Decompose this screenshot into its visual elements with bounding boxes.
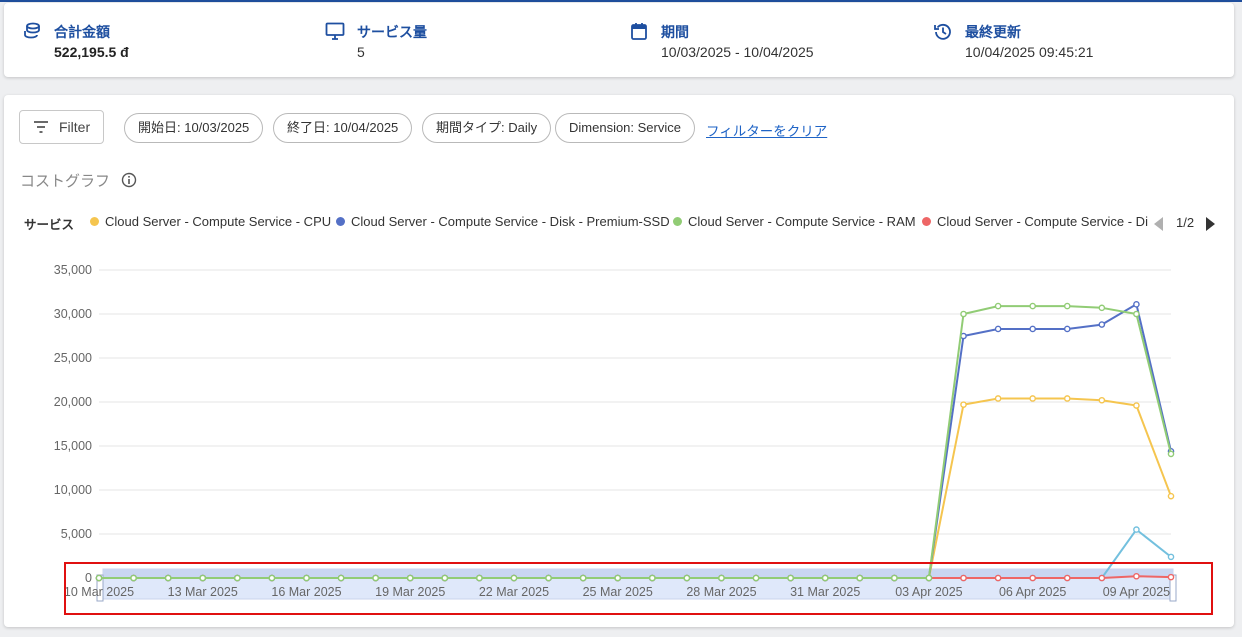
data-point	[268, 574, 276, 582]
y-tick-label: 15,000	[54, 439, 92, 453]
data-point	[1029, 574, 1036, 582]
data-point	[960, 310, 967, 318]
data-point	[752, 574, 760, 582]
data-point	[1167, 492, 1175, 500]
data-point	[1098, 396, 1106, 404]
data-point	[994, 574, 1002, 582]
data-point	[648, 574, 656, 582]
data-point	[960, 574, 967, 582]
y-tick-label: 30,000	[54, 307, 92, 321]
data-zoom-handle-bar	[103, 569, 1173, 577]
data-point	[1133, 310, 1140, 318]
data-point	[199, 574, 207, 582]
series-line	[99, 303, 1172, 579]
y-tick-label: 35,000	[54, 263, 92, 277]
data-point	[337, 574, 345, 582]
data-point	[718, 574, 725, 582]
data-point	[994, 302, 1002, 310]
data-point	[1063, 302, 1071, 310]
data-point	[1063, 395, 1071, 402]
data-point	[510, 574, 518, 582]
data-point	[1029, 395, 1036, 402]
data-point	[960, 401, 967, 408]
series-line	[99, 397, 1172, 579]
data-point	[891, 574, 898, 582]
data-point	[856, 574, 864, 582]
data-point	[441, 574, 449, 582]
data-point	[476, 574, 483, 582]
x-tick-label: 31 Mar 2025	[790, 585, 860, 599]
cost-line-chart: 0 5,000 10,000 15,000 20,000 25,000 30,000 35,0…	[54, 263, 1177, 602]
data-point	[95, 574, 103, 582]
data-point	[614, 574, 622, 582]
data-point	[1133, 301, 1140, 308]
data-point	[1133, 402, 1140, 409]
x-tick-label: 13 Mar 2025	[168, 585, 238, 599]
x-tick-label: 09 Apr 2025	[1103, 585, 1170, 599]
data-point	[821, 574, 829, 582]
y-tick-label: 20,000	[54, 395, 92, 409]
data-point	[1029, 325, 1036, 333]
data-point	[1098, 321, 1106, 328]
data-point	[1133, 526, 1140, 533]
data-point	[303, 574, 310, 582]
data-point	[1063, 325, 1071, 333]
data-point	[1167, 553, 1175, 561]
data-point	[1029, 302, 1036, 310]
data-point	[925, 574, 933, 582]
data-point	[545, 574, 552, 582]
series-line	[99, 305, 1172, 579]
data-point	[164, 574, 172, 582]
data-point	[994, 395, 1002, 402]
data-point	[372, 574, 379, 582]
y-tick-label: 25,000	[54, 351, 92, 365]
data-point	[1098, 304, 1106, 312]
data-point	[1167, 573, 1175, 581]
data-point	[994, 325, 1002, 333]
data-point	[1167, 450, 1175, 458]
y-tick-label: 0	[85, 571, 92, 585]
data-point	[234, 574, 241, 582]
x-tick-label: 19 Mar 2025	[375, 585, 445, 599]
x-tick-label: 25 Mar 2025	[583, 585, 653, 599]
y-tick-label: 5,000	[61, 527, 92, 541]
x-tick-label: 28 Mar 2025	[686, 585, 756, 599]
x-tick-label: 16 Mar 2025	[271, 585, 341, 599]
x-tick-label: 03 Apr 2025	[895, 585, 962, 599]
data-point	[406, 574, 414, 582]
x-tick-label: 06 Apr 2025	[999, 585, 1066, 599]
x-tick-label: 10 Mar 2025	[64, 585, 134, 599]
data-point	[683, 574, 691, 582]
data-point	[130, 574, 137, 582]
data-point	[787, 574, 794, 582]
data-point	[1063, 574, 1071, 582]
data-point	[1098, 574, 1106, 582]
y-tick-label: 10,000	[54, 483, 92, 497]
data-point	[579, 574, 587, 582]
x-tick-label: 22 Mar 2025	[479, 585, 549, 599]
data-point	[1133, 572, 1140, 580]
